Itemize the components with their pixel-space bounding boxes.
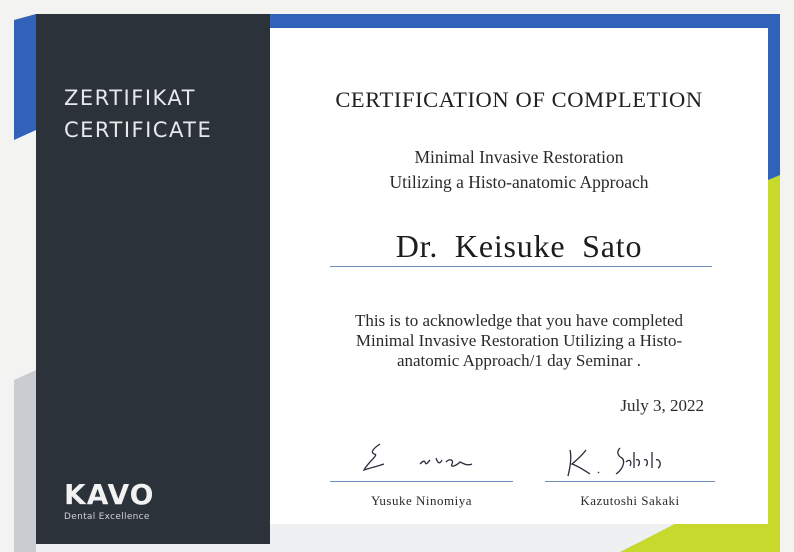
certificate-page: ZERTIFIKAT CERTIFICATE KAVO Dental Excel… — [0, 0, 794, 552]
logo-tagline: Dental Excellence — [64, 512, 150, 522]
signer-name-2: Kazutoshi Sakaki — [580, 493, 680, 508]
certificate-heading: CERTIFICATION OF COMPLETION — [335, 87, 703, 112]
kavo-logo: KAVO Dental Excellence — [64, 478, 155, 523]
signature-line-1 — [330, 481, 513, 482]
recipient-name: Dr. Keisuke Sato — [395, 228, 643, 264]
course-title-line-2: Utilizing a Histo-anatomic Approach — [389, 172, 649, 192]
course-title-line-1: Minimal Invasive Restoration — [414, 147, 624, 167]
recipient-underline — [330, 266, 712, 267]
signer-name-1: Yusuke Ninomiya — [370, 493, 473, 508]
body-text-line-2: Minimal Invasive Restoration Utilizing a… — [355, 331, 683, 350]
signature-sakaki — [567, 447, 661, 477]
body-text-line-1: This is to acknowledge that you have com… — [354, 311, 684, 330]
certificate-date: July 3, 2022 — [620, 396, 704, 415]
body-text-line-3: anatomic Approach/1 day Seminar . — [396, 351, 642, 370]
logo-wordmark: KAVO — [64, 478, 155, 511]
signature-line-2 — [545, 481, 715, 482]
side-title-english: CERTIFICATE — [64, 118, 213, 142]
side-title-german: ZERTIFIKAT — [64, 86, 196, 110]
signature-ninomiya — [362, 443, 473, 472]
